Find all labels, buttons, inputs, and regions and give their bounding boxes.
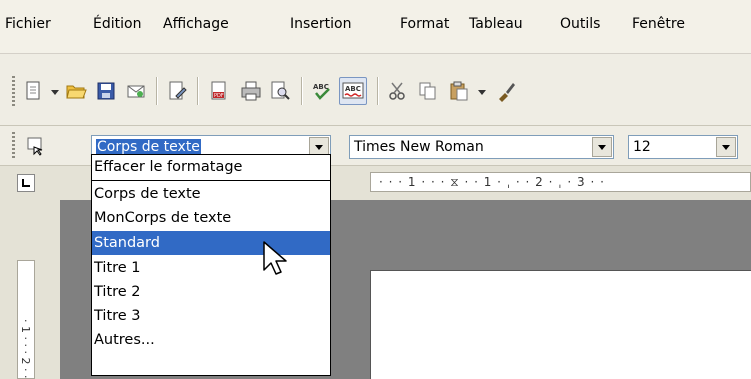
menu-fichier[interactable]: Fichier xyxy=(5,16,51,32)
paste-dropdown-arrow-icon[interactable] xyxy=(478,90,486,95)
cut-icon[interactable] xyxy=(384,77,412,105)
spellcheck-icon[interactable]: ABC xyxy=(308,77,336,105)
font-size-dropdown-button[interactable] xyxy=(716,137,736,157)
style-option-standard[interactable]: Standard xyxy=(92,231,330,255)
autospellcheck-icon[interactable]: ABC xyxy=(339,77,367,105)
svg-text:ABC: ABC xyxy=(345,85,361,93)
menu-bar: Fichier Édition Affichage Insertion Form… xyxy=(0,0,751,54)
menu-outils[interactable]: Outils xyxy=(560,16,600,32)
copy-icon[interactable] xyxy=(414,77,442,105)
chevron-down-icon xyxy=(722,144,730,150)
style-option-titre-2[interactable]: Titre 2 xyxy=(92,280,330,304)
style-option-moncorps-de-texte[interactable]: MonCorps de texte xyxy=(92,206,330,230)
font-name-combo[interactable]: Times New Roman xyxy=(349,135,614,159)
toolbar-separator xyxy=(377,77,378,105)
new-document-icon[interactable] xyxy=(20,77,48,105)
menu-insertion[interactable]: Insertion xyxy=(290,16,351,32)
menu-format[interactable]: Format xyxy=(400,16,449,32)
tab-stop-selector-icon[interactable] xyxy=(17,174,35,192)
style-option-effacer-formatage[interactable]: Effacer le formatage xyxy=(92,155,330,179)
toolbar-grip[interactable] xyxy=(12,132,15,160)
dropdown-separator xyxy=(92,180,330,181)
paragraph-style-value[interactable]: Corps de texte xyxy=(96,139,201,155)
font-size-combo[interactable]: 12 xyxy=(628,135,738,159)
menu-tableau[interactable]: Tableau xyxy=(469,16,523,32)
paste-icon[interactable] xyxy=(445,77,473,105)
page-preview-icon[interactable] xyxy=(266,77,294,105)
style-option-titre-3[interactable]: Titre 3 xyxy=(92,304,330,328)
mouse-pointer-icon xyxy=(263,241,287,275)
menu-fenetre[interactable]: Fenêtre xyxy=(632,16,685,32)
style-option-corps-de-texte[interactable]: Corps de texte xyxy=(92,182,330,206)
paragraph-style-dropdown-list: Effacer le formatage Corps de texte MonC… xyxy=(91,154,331,376)
styles-formatting-icon[interactable] xyxy=(22,132,50,160)
print-icon[interactable] xyxy=(237,77,265,105)
email-icon[interactable] xyxy=(122,77,150,105)
menu-edition[interactable]: Édition xyxy=(93,16,141,32)
open-folder-icon[interactable] xyxy=(62,77,90,105)
font-size-value[interactable]: 12 xyxy=(633,139,651,155)
menu-affichage[interactable]: Affichage xyxy=(163,16,229,32)
toolbar-separator xyxy=(156,77,157,105)
export-pdf-icon[interactable]: PDF xyxy=(205,77,233,105)
font-name-value[interactable]: Times New Roman xyxy=(354,139,484,155)
font-name-dropdown-button[interactable] xyxy=(592,137,612,157)
vertical-ruler[interactable]: · 1 · · · 2 · · xyxy=(17,260,35,379)
toolbar-grip[interactable] xyxy=(12,76,15,106)
svg-text:PDF: PDF xyxy=(214,93,224,99)
new-dropdown-arrow-icon[interactable] xyxy=(51,90,59,95)
chevron-down-icon xyxy=(315,144,323,150)
save-icon[interactable] xyxy=(92,77,120,105)
document-page[interactable] xyxy=(370,270,751,379)
standard-toolbar: PDF ABC ABC xyxy=(0,54,751,126)
toolbar-separator xyxy=(197,77,198,105)
toolbar-separator xyxy=(301,77,302,105)
chevron-down-icon xyxy=(598,144,606,150)
format-paintbrush-icon[interactable] xyxy=(492,77,520,105)
style-option-autres[interactable]: Autres... xyxy=(92,328,330,352)
style-option-titre-1[interactable]: Titre 1 xyxy=(92,256,330,280)
edit-file-icon[interactable] xyxy=(163,77,191,105)
horizontal-ruler[interactable]: · · · 1 · · · ⧖ · · 1 · ˌ · · 2 · ˌ · 3 … xyxy=(370,172,751,192)
